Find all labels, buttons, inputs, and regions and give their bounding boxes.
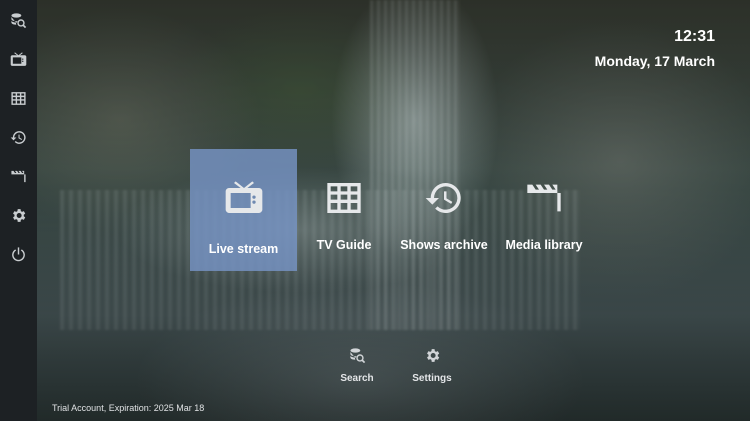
settings-button[interactable]: Settings [402,347,462,384]
sidebar-item-tv-guide[interactable] [6,86,31,111]
account-status: Trial Account, Expiration: 2025 Mar 18 [52,403,205,413]
tile-label: Shows archive [400,238,488,252]
grid-icon [327,183,361,213]
search-label: Search [340,373,374,384]
sidebar-item-search[interactable] [6,8,31,33]
gear-icon [426,349,439,362]
tv-icon [10,52,27,66]
sidebar-item-live-tv[interactable] [6,47,31,72]
tile-media-library[interactable]: Media library [500,149,588,271]
grid-icon [11,92,26,105]
clock-time: 12:31 [674,28,715,45]
search-icon [349,348,365,364]
clock-date: Monday, 17 March [594,53,715,69]
tile-live-stream[interactable]: Live stream [190,149,297,271]
history-icon [425,182,461,213]
settings-label: Settings [412,373,452,384]
tile-label: Media library [505,238,583,252]
sidebar-item-media[interactable] [6,164,31,189]
gear-icon [13,209,26,222]
history-icon [10,131,26,144]
search-button[interactable]: Search [327,347,387,384]
clapperboard-icon [11,170,26,183]
search-icon [11,13,27,29]
tile-label: Live stream [208,242,279,256]
sidebar-item-settings[interactable] [6,203,31,228]
sidebar-item-power[interactable] [6,242,31,267]
tile-shows-archive[interactable]: Shows archive [398,149,490,271]
power-icon [12,247,25,262]
tile-label: TV Guide [316,238,372,252]
sidebar [0,0,37,421]
clapperboard-icon [527,184,561,212]
tv-icon [225,181,262,213]
tile-tv-guide[interactable]: TV Guide [300,149,388,271]
sidebar-item-archive[interactable] [6,125,31,150]
